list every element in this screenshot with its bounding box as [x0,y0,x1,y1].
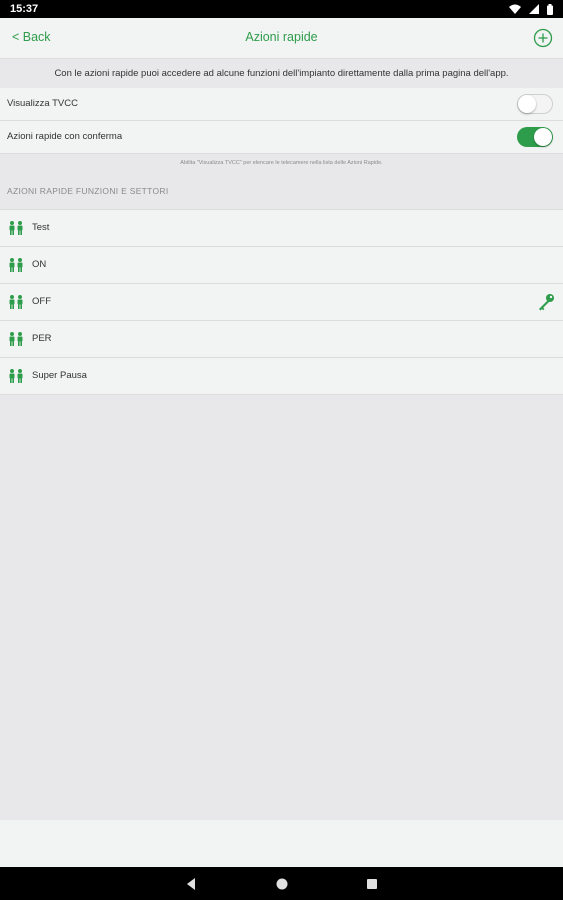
list-item-off[interactable]: OFF [0,284,563,321]
list-item-label: PER [32,333,52,344]
recents-square-icon[interactable] [365,877,379,891]
status-icons [509,3,553,15]
people-icon [9,258,23,272]
toggle-row-azioni-conferma: Azioni rapide con conferma [0,121,563,154]
list-item-label: Super Pausa [32,370,87,381]
list-item-label: Test [32,222,50,233]
people-icon [9,221,23,235]
azioni-conferma-switch[interactable] [517,127,553,147]
key-icon [539,294,554,311]
toggle-label: Azioni rapide con conferma [7,131,123,142]
toggle-row-visualizza-tvcc: Visualizza TVCC [0,88,563,121]
list-item-on[interactable]: ON [0,247,563,284]
list-item-label: OFF [32,296,51,307]
intro-text: Con le azioni rapide puoi accedere ad al… [0,60,563,88]
app-header: < Back Azioni rapide [0,18,563,59]
people-icon [9,332,23,346]
back-triangle-icon[interactable] [184,877,198,891]
switch-knob [518,95,536,113]
quick-actions-list: Test ON OFF PER Super Pausa [0,209,563,395]
list-item-per[interactable]: PER [0,321,563,358]
system-nav-bar [0,867,563,900]
visualizza-tvcc-switch[interactable] [517,94,553,114]
section-header: AZIONI RAPIDE FUNZIONI E SETTORI [7,186,169,196]
list-item-label: ON [32,259,47,270]
add-circle-icon[interactable] [533,28,553,48]
people-icon [9,369,23,383]
toggle-label: Visualizza TVCC [7,98,78,109]
home-circle-icon[interactable] [275,877,289,891]
status-bar: 15:37 [0,0,563,18]
hint-text: Abilita "Visualizza TVCC" per elencare l… [180,160,383,166]
status-time: 15:37 [10,3,39,15]
list-item-super-pausa[interactable]: Super Pausa [0,358,563,395]
switch-knob [534,128,552,146]
list-item-test[interactable]: Test [0,210,563,247]
battery-icon [547,3,553,15]
footer-band [0,820,563,867]
signal-icon [529,4,539,14]
wifi-icon [509,4,521,14]
people-icon [9,295,23,309]
page-title: Azioni rapide [245,30,318,44]
